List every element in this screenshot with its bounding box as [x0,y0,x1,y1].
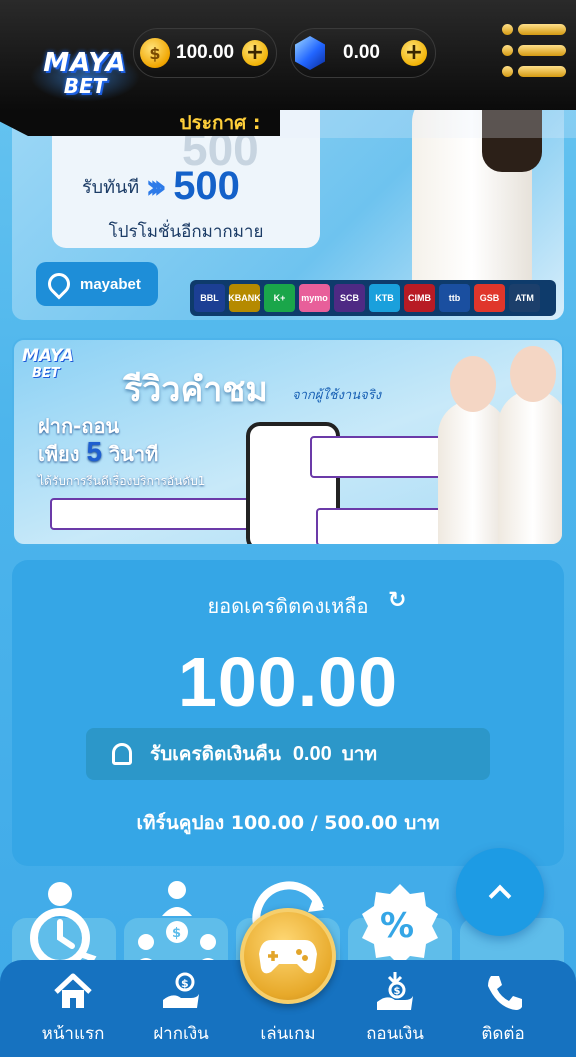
logo-text-line2: BET [63,74,107,98]
nav-item-deposit[interactable]: $ ฝากเงิน [126,960,236,1057]
logo-text-line1: MAYA [43,48,127,78]
phone-icon [488,976,522,1010]
credit-balance-value: 100.00 [176,42,235,63]
cashback-label: รับเครดิตเงินคืน [150,743,281,765]
review-banner[interactable]: MAYA BET รีวิวคำชม จากผู้ใช้งานจริง ฝาก-… [12,338,564,546]
location-label: mayabet [80,275,141,293]
refresh-icon[interactable]: ↻ [388,588,406,613]
deposit-icon: $ [163,972,199,1008]
affiliate-network-icon: $ [134,881,220,966]
scroll-to-top-button[interactable] [456,848,544,936]
gamepad-icon [259,940,317,974]
announcement-label: ประกาศ : [179,112,261,134]
review-left-line2: เพียง 5 วินาที [38,436,159,467]
gem-icon [295,36,325,70]
svg-text:$: $ [181,977,189,990]
coin-icon: $ [140,38,170,68]
nav-item-contact[interactable]: ติดต่อ [448,960,558,1057]
review-chat-bubble [316,508,444,544]
bank-logo-icon: K+ [264,284,295,312]
bank-logo-icon: SCB [334,284,365,312]
bank-logo-icon: ttb [439,284,470,312]
bank-logo-icon: KTB [369,284,400,312]
review-banner-logo: MAYA BET [22,346,74,381]
bank-logo-icon: BBL [194,284,225,312]
balance-amount: 100.00 [177,643,399,721]
promo-receive-label: รับทันที [82,177,140,198]
balance-card: ยอดเครดิตคงเหลือ ↻ 100.00 รับเครดิตเงินค… [12,560,564,866]
svg-text:$: $ [172,926,181,941]
bank-logo-icon: ATM [509,284,540,312]
clock-history-icon [30,882,97,970]
credit-balance-pill: $ 100.00 + [133,28,277,78]
location-pin-icon [43,268,75,300]
percent-badge-icon: % [362,884,438,966]
bank-logo-icon: mymo [299,284,330,312]
nav-label-withdraw: ถอนเงิน [366,1024,424,1044]
review-title: รีวิวคำชม [124,370,268,410]
svg-text:$: $ [394,986,401,997]
location-pill[interactable]: mayabet [36,262,158,306]
cashback-unit: บาท [341,743,378,765]
add-credit-button[interactable]: + [242,40,268,66]
site-logo[interactable]: MAYA BET [30,42,140,104]
gem-balance-value: 0.00 [343,42,380,63]
withdraw-icon: $ [377,972,413,1010]
promo-receive-amount: 500 [173,164,240,208]
review-subtitle: จากผู้ใช้งานจริง [292,388,382,403]
add-gem-button[interactable]: + [401,40,427,66]
nav-item-withdraw[interactable]: $ ถอนเงิน [340,960,450,1057]
gem-balance-pill: 0.00 + [290,28,436,78]
menu-hamburger-icon[interactable] [500,22,568,80]
bank-logo-icon: CIMB [404,284,435,312]
cashback-button[interactable]: รับเครดิตเงินคืน 0.00 บาท [86,728,490,780]
nav-item-home[interactable]: หน้าแรก [18,960,128,1057]
nav-label-deposit: ฝากเงิน [153,1024,209,1044]
bell-icon [112,743,132,765]
double-chevron-icon: ››› [145,166,167,207]
review-chat-bubble [50,498,254,530]
bank-logo-icon: GSB [474,284,505,312]
home-icon [54,973,92,1008]
svg-text:%: % [380,906,414,946]
promo-sub-label: โปรโมชั่นอีกมากมาย [108,222,264,242]
review-left-line3: ได้รับการรีนดีเรื่องบริการอันดับ1 [38,474,206,488]
nav-label-home: หน้าแรก [41,1024,105,1044]
review-model-right [498,340,562,544]
chevron-up-icon [488,884,512,908]
bank-logo-icon: KBANK [228,284,261,312]
play-game-button[interactable] [240,908,336,1004]
coupon-turnover-text: เทิร์นคูปอง 100.00 / 500.00 บาท [136,812,440,834]
balance-title: ยอดเครดิตคงเหลือ [207,594,369,618]
nav-label-play: เล่นเกม [260,1024,316,1044]
nav-label-contact: ติดต่อ [481,1024,525,1044]
bank-logo-strip: BBL KBANK K+ mymo SCB KTB CIMB ttb GSB ATM [190,280,556,316]
announcement-marquee [280,108,576,138]
cashback-amount: 0.00 [292,742,332,765]
